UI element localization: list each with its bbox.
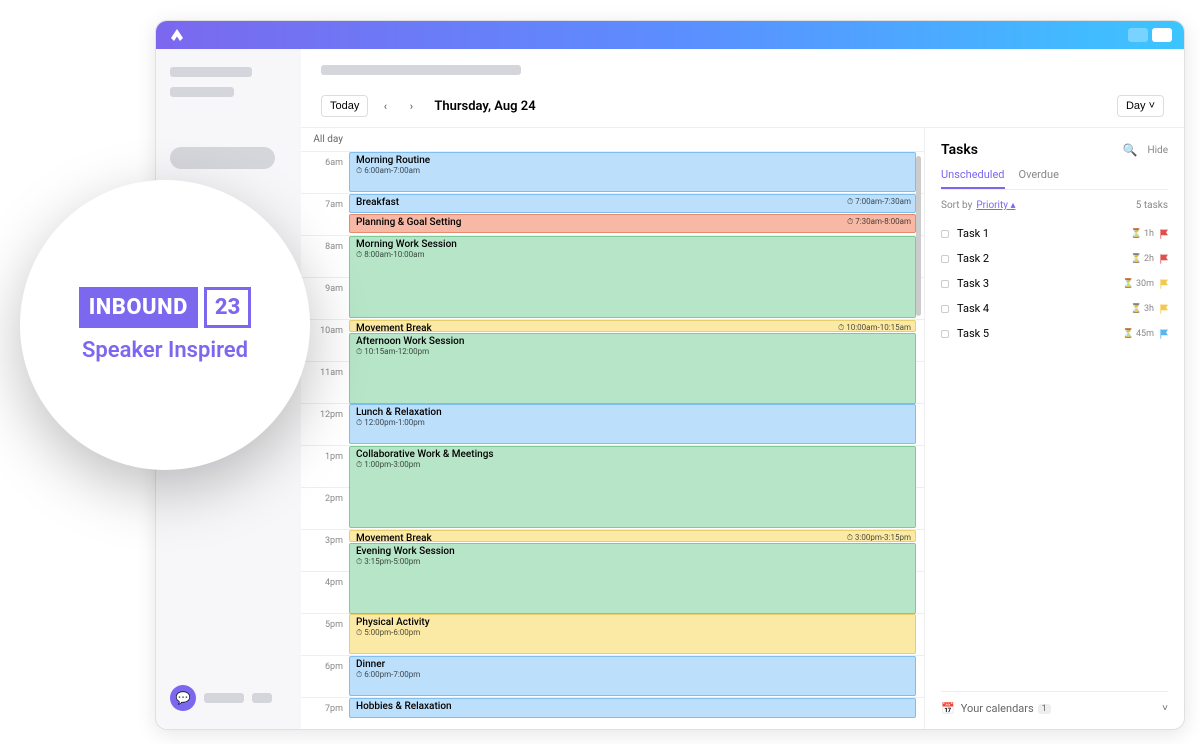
badge-year: 23 xyxy=(204,287,251,328)
chat-icon[interactable]: 💬 xyxy=(170,685,196,711)
tab-unscheduled[interactable]: Unscheduled xyxy=(941,168,1005,189)
tab-overdue[interactable]: Overdue xyxy=(1019,168,1059,189)
allday-label: All day xyxy=(301,128,349,151)
task-checkbox[interactable] xyxy=(941,255,949,263)
sort-by-link[interactable]: Priority ▴ xyxy=(976,200,1015,211)
hour-label: 2pm xyxy=(301,488,349,529)
calendar-icon: 📅 xyxy=(941,702,955,715)
today-button[interactable]: Today xyxy=(321,95,368,117)
sidebar-placeholder xyxy=(204,693,244,703)
clickup-logo-icon xyxy=(168,26,186,44)
hour-label: 6am xyxy=(301,152,349,193)
badge-subtitle: Speaker Inspired xyxy=(82,338,248,363)
tasks-panel: Tasks 🔍 Hide Unscheduled Overdue Sort by… xyxy=(924,128,1184,729)
task-item[interactable]: Task 3⏳30m xyxy=(941,271,1168,296)
task-item[interactable]: Task 2⏳2h xyxy=(941,246,1168,271)
sidebar-placeholder xyxy=(252,693,272,703)
hour-label: 7pm xyxy=(301,698,349,729)
scrollbar[interactable] xyxy=(916,156,921,316)
task-checkbox[interactable] xyxy=(941,330,949,338)
view-selector[interactable]: Day ˅ xyxy=(1117,95,1164,117)
hour-label: 4pm xyxy=(301,572,349,613)
task-checkbox[interactable] xyxy=(941,305,949,313)
hourglass-icon: ⏳ xyxy=(1131,254,1142,264)
task-item[interactable]: Task 5⏳45m xyxy=(941,321,1168,346)
task-checkbox[interactable] xyxy=(941,280,949,288)
calendar-grid: All day Morning Routine⏱ 6:00am-7:00amBr… xyxy=(301,128,924,729)
tasks-title: Tasks xyxy=(941,142,978,158)
next-arrow-icon[interactable]: › xyxy=(402,97,420,115)
calendar-toolbar: Today ‹ › Thursday, Aug 24 Day ˅ xyxy=(301,95,1184,128)
task-checkbox[interactable] xyxy=(941,230,949,238)
titlebar xyxy=(156,21,1184,49)
chevron-down-icon: ˅ xyxy=(1149,100,1155,112)
prev-arrow-icon[interactable]: ‹ xyxy=(376,97,394,115)
calendar-count: 1 xyxy=(1038,704,1051,714)
hour-label: 1pm xyxy=(301,446,349,487)
hourglass-icon: ⏳ xyxy=(1131,304,1142,314)
task-item[interactable]: Task 4⏳3h xyxy=(941,296,1168,321)
sidebar-search-placeholder[interactable] xyxy=(170,147,275,169)
flag-icon xyxy=(1160,229,1168,239)
window-control[interactable] xyxy=(1152,28,1172,42)
search-icon[interactable]: 🔍 xyxy=(1123,143,1138,157)
hour-label: 7am xyxy=(301,194,349,235)
breadcrumb-placeholder xyxy=(321,65,521,75)
hourglass-icon: ⏳ xyxy=(1123,279,1134,289)
hide-button[interactable]: Hide xyxy=(1147,145,1168,156)
flag-icon xyxy=(1160,304,1168,314)
main-content: Today ‹ › Thursday, Aug 24 Day ˅ All day… xyxy=(301,49,1184,729)
flag-icon xyxy=(1160,279,1168,289)
task-count: 5 tasks xyxy=(1136,200,1168,211)
task-item[interactable]: Task 1⏳1h xyxy=(941,221,1168,246)
sidebar-placeholder xyxy=(170,87,234,97)
flag-icon xyxy=(1160,254,1168,264)
hour-label: 12pm xyxy=(301,404,349,445)
chevron-down-icon: ˅ xyxy=(1162,703,1168,714)
hourglass-icon: ⏳ xyxy=(1123,329,1134,339)
window-control[interactable] xyxy=(1128,28,1148,42)
flag-icon xyxy=(1160,329,1168,339)
your-calendars-toggle[interactable]: 📅 Your calendars 1 ˅ xyxy=(941,691,1168,715)
hour-label: 11am xyxy=(301,362,349,403)
hour-label: 6pm xyxy=(301,656,349,697)
hour-label: 8am xyxy=(301,236,349,277)
current-date: Thursday, Aug 24 xyxy=(434,99,535,114)
hourglass-icon: ⏳ xyxy=(1131,229,1142,239)
inbound-badge: INBOUND 23 Speaker Inspired xyxy=(20,180,310,470)
badge-brand: INBOUND xyxy=(79,287,198,328)
hour-label: 5pm xyxy=(301,614,349,655)
hour-label: 3pm xyxy=(301,530,349,571)
app-window: 💬 Today ‹ › Thursday, Aug 24 Day ˅ All d… xyxy=(155,20,1185,730)
sort-label: Sort by xyxy=(941,200,972,211)
sidebar-placeholder xyxy=(170,67,252,77)
